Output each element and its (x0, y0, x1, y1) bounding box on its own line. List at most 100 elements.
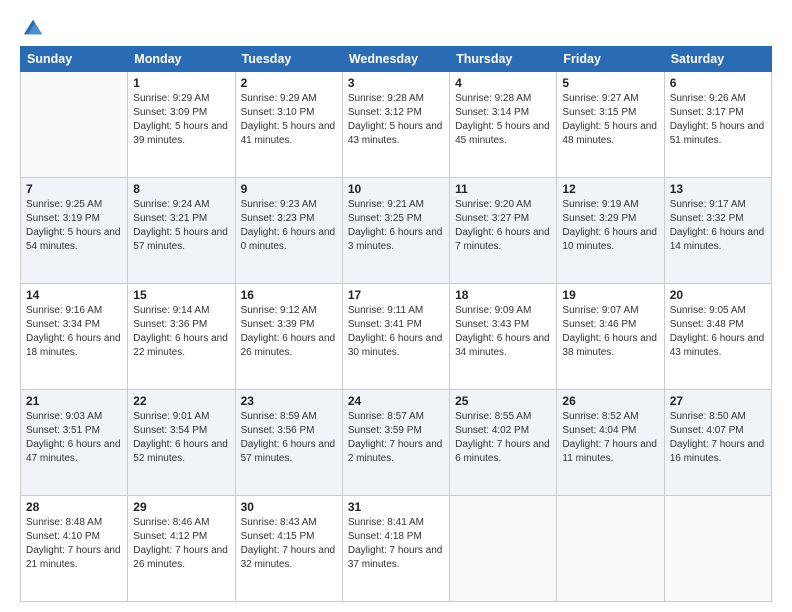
day-info: Sunrise: 9:17 AMSunset: 3:32 PMDaylight:… (670, 198, 766, 254)
header-friday: Friday (557, 47, 664, 72)
calendar-cell (557, 496, 664, 602)
day-number: 5 (562, 76, 658, 90)
calendar-cell: 31Sunrise: 8:41 AMSunset: 4:18 PMDayligh… (342, 496, 449, 602)
day-number: 3 (348, 76, 444, 90)
day-number: 19 (562, 288, 658, 302)
logo-icon (22, 16, 44, 38)
day-info: Sunrise: 9:16 AMSunset: 3:34 PMDaylight:… (26, 304, 122, 360)
calendar-cell (21, 72, 128, 178)
calendar-cell: 17Sunrise: 9:11 AMSunset: 3:41 PMDayligh… (342, 284, 449, 390)
header-tuesday: Tuesday (235, 47, 342, 72)
day-info: Sunrise: 9:07 AMSunset: 3:46 PMDaylight:… (562, 304, 658, 360)
calendar-cell: 5 Sunrise: 9:27 AMSunset: 3:15 PMDaylight… (557, 72, 664, 178)
calendar-cell: 19 Sunrise: 9:07 AMSunset: 3:46 PMDayligh… (557, 284, 664, 390)
calendar-cell: 13 Sunrise: 9:17 AMSunset: 3:32 PMDayligh… (664, 178, 771, 284)
day-info: Sunrise: 9:01 AMSunset: 3:54 PMDaylight:… (133, 410, 229, 466)
day-info: Sunrise: 9:29 AMSunset: 3:10 PMDaylight:… (241, 92, 337, 148)
day-number: 16 (241, 288, 337, 302)
header-monday: Monday (128, 47, 235, 72)
day-info: Sunrise: 9:21 AMSunset: 3:25 PMDaylight:… (348, 198, 444, 254)
calendar-table: Sunday Monday Tuesday Wednesday Thursday… (20, 46, 772, 602)
calendar-cell: 11Sunrise: 9:20 AMSunset: 3:27 PMDayligh… (450, 178, 557, 284)
calendar-cell: 28 Sunrise: 8:48 AMSunset: 4:10 PMDayligh… (21, 496, 128, 602)
day-info: Sunrise: 8:55 AMSunset: 4:02 PMDaylight:… (455, 410, 551, 466)
day-info: Sunrise: 9:05 AMSunset: 3:48 PMDaylight:… (670, 304, 766, 360)
day-info: Sunrise: 8:48 AMSunset: 4:10 PMDaylight:… (26, 516, 122, 572)
week-row: 7 Sunrise: 9:25 AMSunset: 3:19 PMDaylight… (21, 178, 772, 284)
day-info: Sunrise: 9:26 AMSunset: 3:17 PMDaylight:… (670, 92, 766, 148)
header-sunday: Sunday (21, 47, 128, 72)
calendar-cell (450, 496, 557, 602)
calendar-cell: 3 Sunrise: 9:28 AMSunset: 3:12 PMDaylight… (342, 72, 449, 178)
calendar-cell: 8Sunrise: 9:24 AMSunset: 3:21 PMDaylight… (128, 178, 235, 284)
calendar-cell: 14 Sunrise: 9:16 AMSunset: 3:34 PMDayligh… (21, 284, 128, 390)
calendar-cell (664, 496, 771, 602)
calendar-cell: 10 Sunrise: 9:21 AMSunset: 3:25 PMDayligh… (342, 178, 449, 284)
day-info: Sunrise: 9:28 AMSunset: 3:14 PMDaylight:… (455, 92, 551, 148)
day-info: Sunrise: 9:24 AMSunset: 3:21 PMDaylight:… (133, 198, 229, 254)
day-info: Sunrise: 9:27 AMSunset: 3:15 PMDaylight:… (562, 92, 658, 148)
day-info: Sunrise: 9:14 AMSunset: 3:36 PMDaylight:… (133, 304, 229, 360)
day-number: 4 (455, 76, 551, 90)
day-number: 23 (241, 394, 337, 408)
weekday-header-row: Sunday Monday Tuesday Wednesday Thursday… (21, 47, 772, 72)
day-number: 15 (133, 288, 229, 302)
calendar-cell: 4 Sunrise: 9:28 AMSunset: 3:14 PMDaylight… (450, 72, 557, 178)
day-number: 13 (670, 182, 766, 196)
day-number: 21 (26, 394, 122, 408)
calendar-cell: 12 Sunrise: 9:19 AMSunset: 3:29 PMDayligh… (557, 178, 664, 284)
day-info: Sunrise: 8:43 AMSunset: 4:15 PMDaylight:… (241, 516, 337, 572)
day-info: Sunrise: 9:09 AMSunset: 3:43 PMDaylight:… (455, 304, 551, 360)
day-number: 25 (455, 394, 551, 408)
day-number: 26 (562, 394, 658, 408)
calendar-cell: 30 Sunrise: 8:43 AMSunset: 4:15 PMDayligh… (235, 496, 342, 602)
day-info: Sunrise: 8:46 AMSunset: 4:12 PMDaylight:… (133, 516, 229, 572)
calendar-cell: 22 Sunrise: 9:01 AMSunset: 3:54 PMDayligh… (128, 390, 235, 496)
calendar-cell: 20 Sunrise: 9:05 AMSunset: 3:48 PMDayligh… (664, 284, 771, 390)
calendar-cell: 18 Sunrise: 9:09 AMSunset: 3:43 PMDayligh… (450, 284, 557, 390)
day-info: Sunrise: 8:59 AMSunset: 3:56 PMDaylight:… (241, 410, 337, 466)
day-number: 28 (26, 500, 122, 514)
day-number: 18 (455, 288, 551, 302)
day-info: Sunrise: 9:19 AMSunset: 3:29 PMDaylight:… (562, 198, 658, 254)
calendar-cell: 2 Sunrise: 9:29 AMSunset: 3:10 PMDaylight… (235, 72, 342, 178)
page: Sunday Monday Tuesday Wednesday Thursday… (0, 0, 792, 612)
header-thursday: Thursday (450, 47, 557, 72)
day-info: Sunrise: 9:11 AMSunset: 3:41 PMDaylight:… (348, 304, 444, 360)
day-number: 7 (26, 182, 122, 196)
day-info: Sunrise: 8:57 AMSunset: 3:59 PMDaylight:… (348, 410, 444, 466)
day-number: 22 (133, 394, 229, 408)
week-row: 21 Sunrise: 9:03 AMSunset: 3:51 PMDayligh… (21, 390, 772, 496)
header-wednesday: Wednesday (342, 47, 449, 72)
day-number: 11 (455, 182, 551, 196)
day-info: Sunrise: 9:03 AMSunset: 3:51 PMDaylight:… (26, 410, 122, 466)
calendar-cell: 24 Sunrise: 8:57 AMSunset: 3:59 PMDayligh… (342, 390, 449, 496)
week-row: 14 Sunrise: 9:16 AMSunset: 3:34 PMDayligh… (21, 284, 772, 390)
day-info: Sunrise: 8:52 AMSunset: 4:04 PMDaylight:… (562, 410, 658, 466)
day-number: 20 (670, 288, 766, 302)
day-number: 6 (670, 76, 766, 90)
calendar-cell: 26 Sunrise: 8:52 AMSunset: 4:04 PMDayligh… (557, 390, 664, 496)
calendar-cell: 1 Sunrise: 9:29 AMSunset: 3:09 PMDaylight… (128, 72, 235, 178)
day-info: Sunrise: 9:28 AMSunset: 3:12 PMDaylight:… (348, 92, 444, 148)
day-info: Sunrise: 9:12 AMSunset: 3:39 PMDaylight:… (241, 304, 337, 360)
week-row: 28 Sunrise: 8:48 AMSunset: 4:10 PMDayligh… (21, 496, 772, 602)
day-info: Sunrise: 9:23 AMSunset: 3:23 PMDaylight:… (241, 198, 337, 254)
day-info: Sunrise: 8:41 AMSunset: 4:18 PMDaylight:… (348, 516, 444, 572)
day-number: 30 (241, 500, 337, 514)
day-number: 1 (133, 76, 229, 90)
calendar-cell: 16 Sunrise: 9:12 AMSunset: 3:39 PMDayligh… (235, 284, 342, 390)
day-number: 9 (241, 182, 337, 196)
calendar-cell: 25 Sunrise: 8:55 AMSunset: 4:02 PMDayligh… (450, 390, 557, 496)
calendar-cell: 7 Sunrise: 9:25 AMSunset: 3:19 PMDaylight… (21, 178, 128, 284)
day-number: 14 (26, 288, 122, 302)
calendar-cell: 27Sunrise: 8:50 AMSunset: 4:07 PMDayligh… (664, 390, 771, 496)
day-info: Sunrise: 9:25 AMSunset: 3:19 PMDaylight:… (26, 198, 122, 254)
day-info: Sunrise: 9:29 AMSunset: 3:09 PMDaylight:… (133, 92, 229, 148)
day-number: 24 (348, 394, 444, 408)
calendar-cell: 21 Sunrise: 9:03 AMSunset: 3:51 PMDayligh… (21, 390, 128, 496)
day-number: 10 (348, 182, 444, 196)
day-number: 12 (562, 182, 658, 196)
day-number: 2 (241, 76, 337, 90)
calendar-cell: 6 Sunrise: 9:26 AMSunset: 3:17 PMDaylight… (664, 72, 771, 178)
